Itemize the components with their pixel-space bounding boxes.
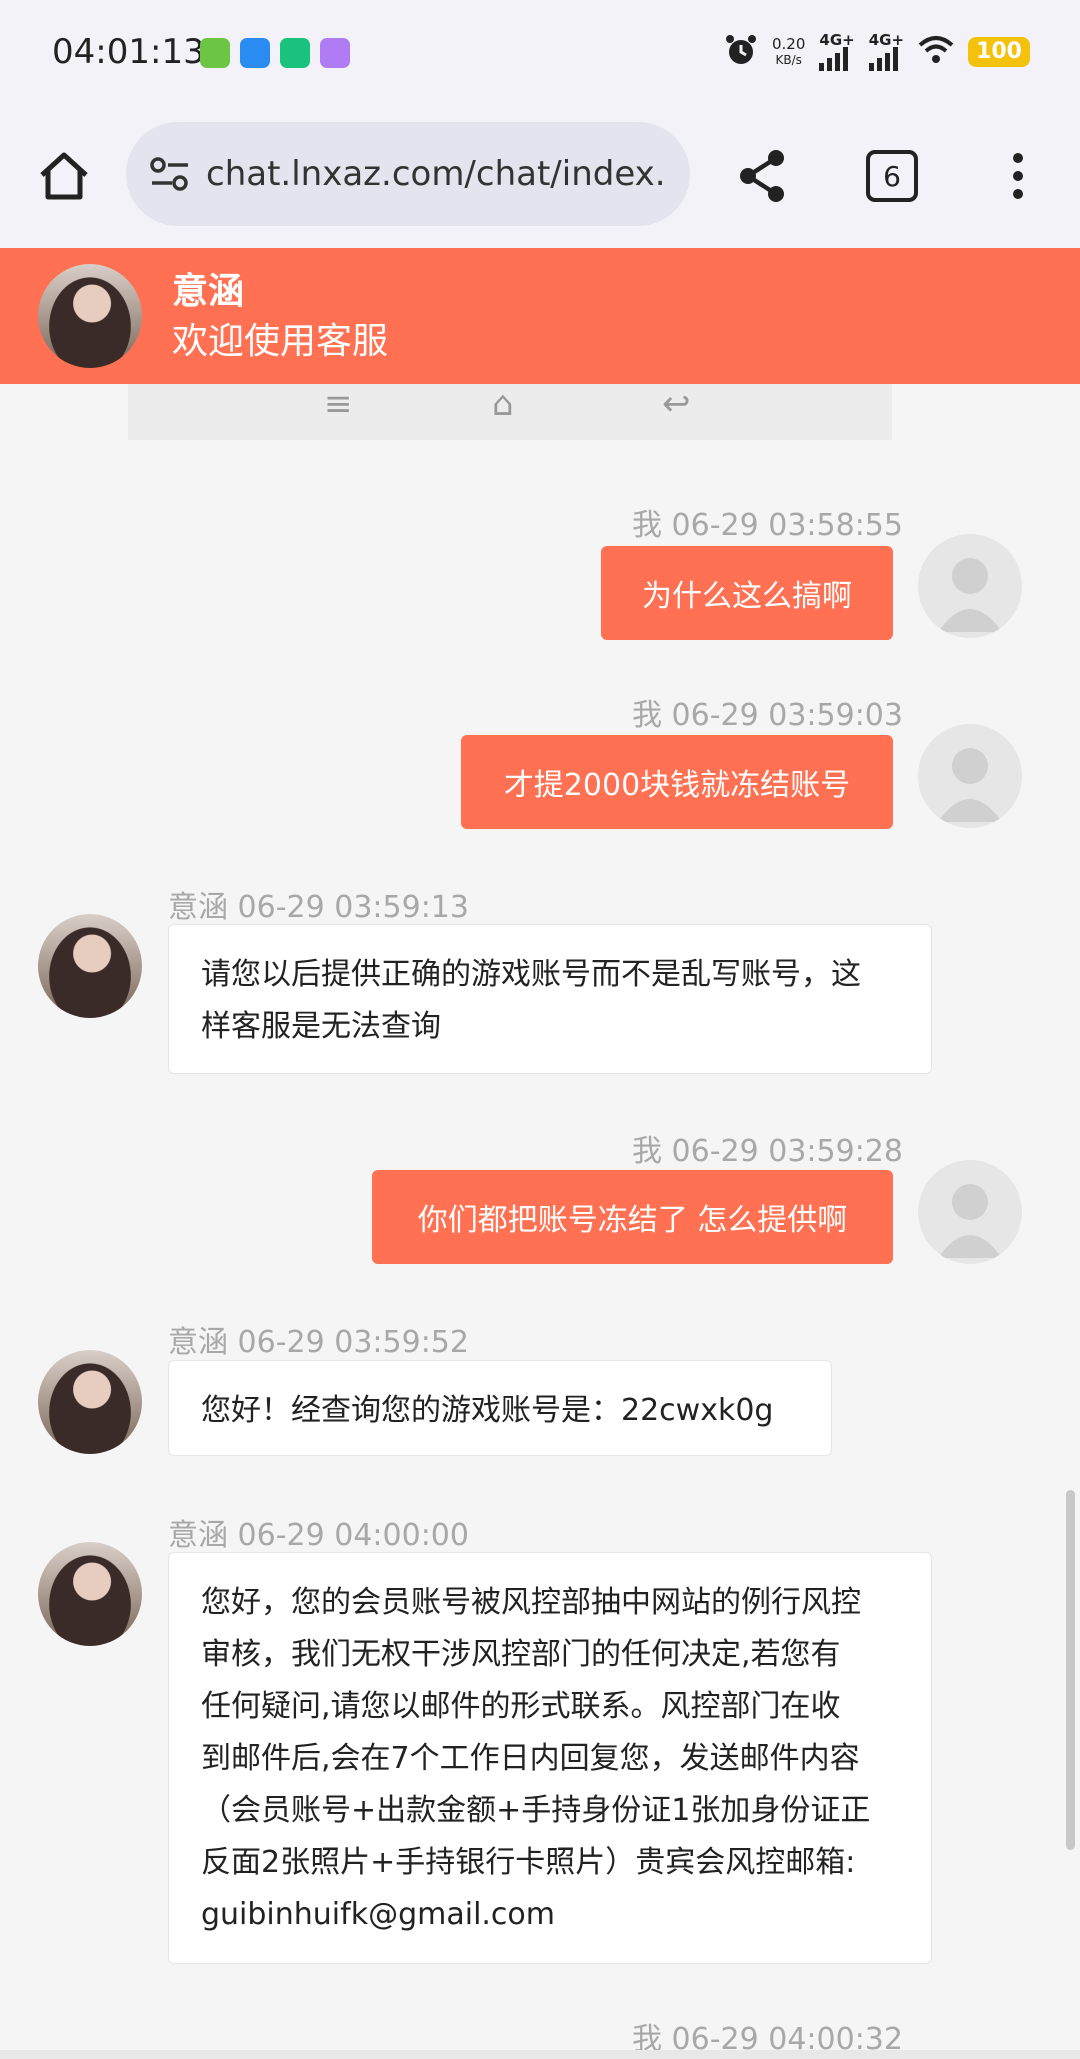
incoming-message-bubble[interactable]: 请您以后提供正确的游戏账号而不是乱写账号，这 样客服是无法查询 [168,924,932,1074]
message-meta: 意涵 06-29 03:59:13 [168,890,469,925]
network-speed: 0.20 KB/s [772,36,805,68]
status-indicators: 0.20 KB/s 4G+ 4G+ 100 [724,30,1030,74]
message-line: 任何疑问,请您以邮件的形式联系。风控部门在收 [201,1689,841,1724]
outgoing-message-bubble[interactable]: 才提2000块钱就冻结账号 [461,735,893,829]
message-line: 反面2张照片+手持银行卡照片）贵宾会风控邮箱: [201,1845,856,1880]
more-vertical-icon [1013,153,1023,199]
message-line: 您好，您的会员账号被风控部抽中网站的例行风控 [201,1585,861,1620]
default-user-icon [938,558,1002,632]
home-button[interactable] [32,144,96,208]
agent-avatar [38,1350,142,1454]
address-bar[interactable]: chat.lnxaz.com/chat/index.htm [126,122,690,226]
home-outline-icon: ⌂ [492,384,514,424]
status-bar: 04:01:13 0.20 KB/s 4G+ 4G+ 100 [0,0,1080,108]
more-menu-button[interactable] [1000,144,1036,208]
header-subtitle: 欢迎使用客服 [172,321,389,362]
chat-header: 意涵 欢迎使用客服 [0,248,1080,384]
message-line: guibinhuifk@gmail.com [201,1897,556,1932]
signal-label: 4G+ [868,31,905,49]
network-speed-unit: KB/s [775,53,802,67]
menu-icon: ≡ [324,384,353,424]
wifi-icon [918,35,954,69]
agent-name: 意涵 [172,271,245,312]
notification-app-icon [320,38,350,68]
agent-avatar [38,914,142,1018]
status-time: 04:01:13 [52,32,205,72]
back-icon: ↩ [662,384,691,424]
message-line: （会员账号+出款金额+手持身份证1张加身份证正 [201,1793,871,1828]
url-text[interactable]: chat.lnxaz.com/chat/index.htm [206,154,666,194]
home-icon [40,152,88,200]
signal-strength-1: 4G+ [819,31,855,71]
notification-app-icon [280,38,310,68]
embedded-image-fragment: ≡ ⌂ ↩ [128,384,892,440]
scrollbar[interactable] [1066,1490,1075,1850]
message-line: 审核，我们无权干涉风控部门的任何决定,若您有 [201,1637,841,1672]
message-line: 您好！经查询您的游戏账号是：22cwxk0g [201,1393,774,1428]
outgoing-message-bubble[interactable]: 为什么这么搞啊 [601,546,893,640]
incoming-message-bubble[interactable]: 您好！经查询您的游戏账号是：22cwxk0g [168,1360,832,1456]
signal-bars-icon [868,47,898,71]
browser-toolbar: chat.lnxaz.com/chat/index.htm 6 [0,108,1080,248]
message-line: 到邮件后,会在7个工作日内回复您，发送邮件内容 [201,1741,860,1776]
message-meta: 我 06-29 03:58:55 [632,508,903,543]
user-avatar [918,1160,1022,1264]
signal-label: 4G+ [819,31,855,49]
agent-avatar [38,264,142,368]
notification-app-icon [200,38,230,68]
signal-bars-icon [819,47,849,71]
outgoing-message-bubble[interactable]: 你们都把账号冻结了 怎么提供啊 [372,1170,893,1264]
default-user-icon [938,748,1002,822]
message-line: 样客服是无法查询 [201,1009,441,1044]
battery-indicator: 100 [968,37,1030,67]
signal-strength-2: 4G+ [868,31,905,71]
share-button[interactable] [730,144,794,208]
bottom-divider [0,2050,1080,2059]
site-settings-icon[interactable] [148,156,192,192]
user-avatar [918,534,1022,638]
default-user-icon [938,1184,1002,1258]
agent-avatar [38,1542,142,1646]
message-meta: 意涵 06-29 04:00:00 [168,1518,469,1553]
incoming-message-bubble[interactable]: 您好，您的会员账号被风控部抽中网站的例行风控 审核，我们无权干涉风控部门的任何决… [168,1552,932,1964]
tab-switcher-button[interactable]: 6 [866,150,918,202]
message-meta: 我 06-29 03:59:28 [632,1134,903,1169]
alarm-icon [724,33,758,71]
network-speed-value: 0.20 [772,35,806,53]
notification-app-icon [240,38,270,68]
user-avatar [918,724,1022,828]
share-icon [740,150,784,202]
message-line: 请您以后提供正确的游戏账号而不是乱写账号，这 [201,957,861,992]
message-meta: 我 06-29 03:59:03 [632,698,903,733]
message-meta: 意涵 06-29 03:59:52 [168,1325,469,1360]
